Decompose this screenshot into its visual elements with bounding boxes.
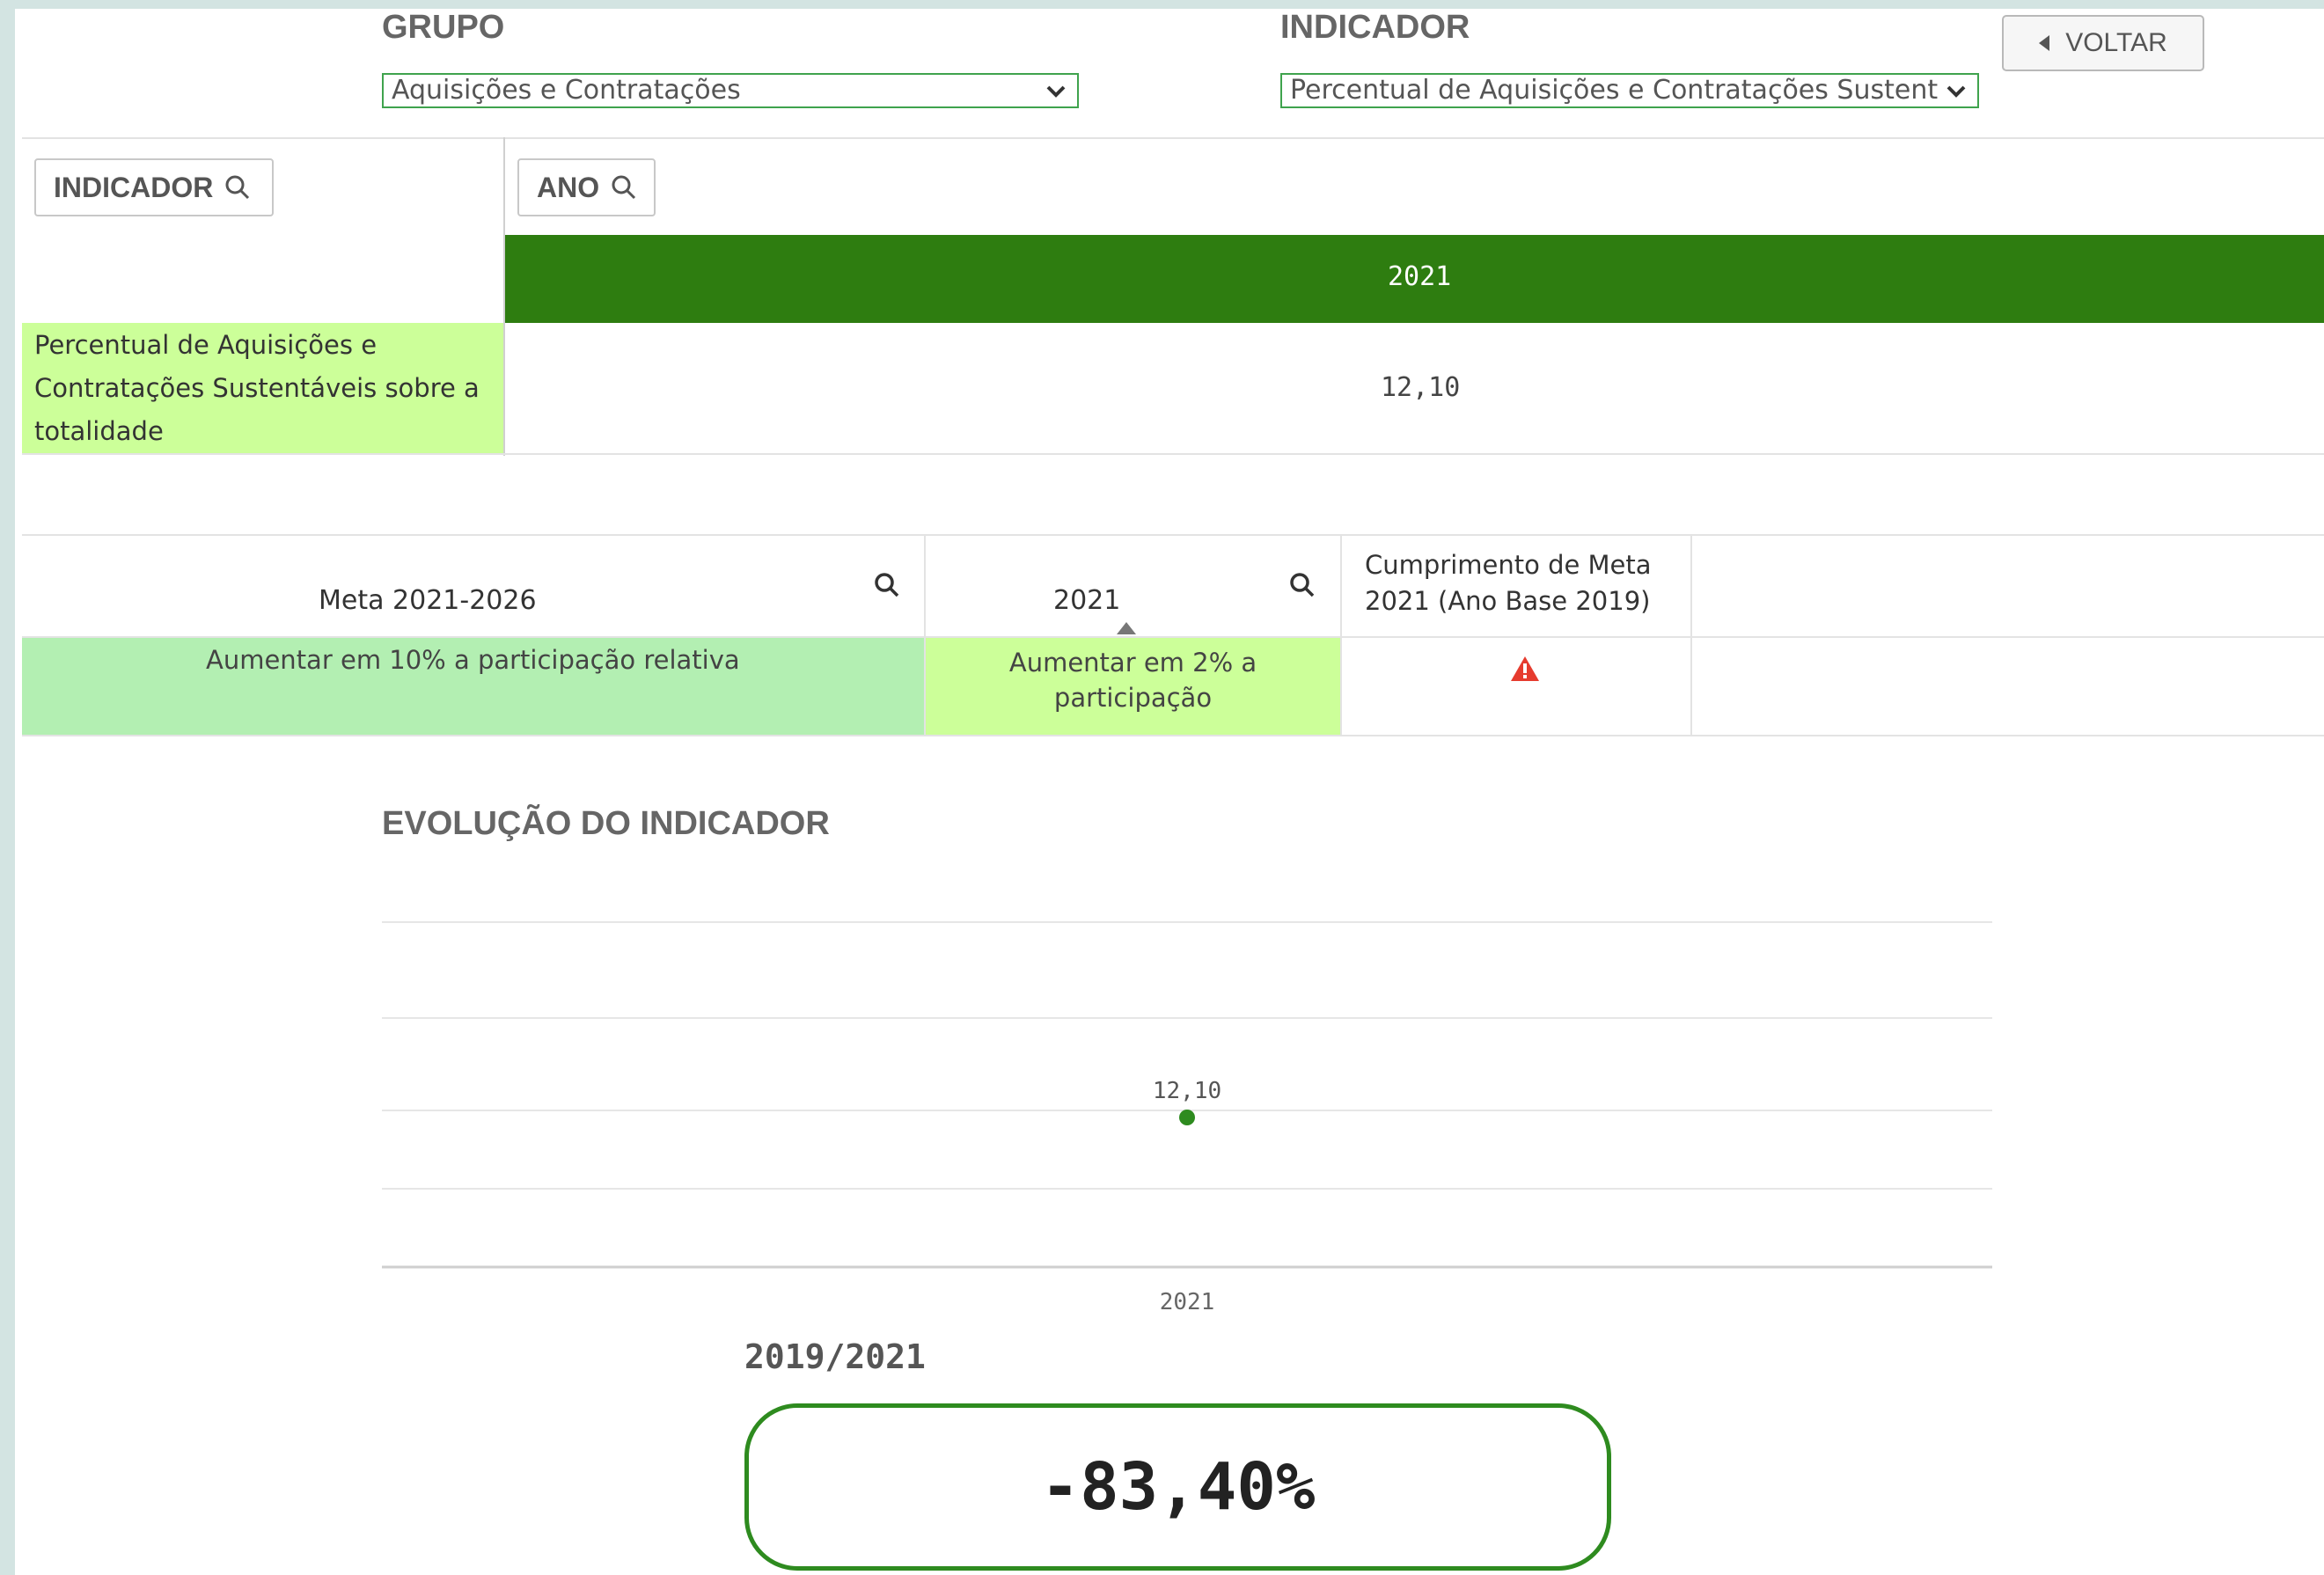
meta-col3-header-line: Cumprimento de Meta [1365, 550, 1652, 580]
warning-icon [1511, 656, 1539, 681]
pivot-top-border [22, 137, 2324, 139]
meta-col2-value-line: Aumentar em 2% a [1008, 648, 1257, 678]
search-icon[interactable] [1287, 570, 1317, 600]
evolution-chart: 12,10 2021 [382, 921, 1992, 1315]
meta-col1-header: Meta 2021-2026 [319, 585, 537, 616]
indicador-header-button[interactable]: INDICADOR [34, 158, 274, 216]
app-container: GRUPO Aquisições e Contratações INDICADO… [15, 9, 2324, 1575]
kpi-value: -83,40% [1040, 1449, 1316, 1525]
meta-col2-value: Aumentar em 2% a participação [926, 645, 1340, 715]
meta-col2-value-line: participação [1053, 683, 1213, 713]
search-icon [225, 175, 250, 200]
chart-title: EVOLUÇÃO DO INDICADOR [382, 805, 830, 842]
pivot-row-label-line: Percentual de Aquisições e [34, 330, 378, 360]
chevron-down-icon [1946, 85, 1966, 98]
back-arrow-icon [2039, 35, 2050, 51]
ano-header-button[interactable]: ANO [517, 158, 656, 216]
meta-col3-header: Cumprimento de Meta 2021 (Ano Base 2019) [1365, 547, 1652, 619]
indicador-select-value: Percentual de Aquisições e Contratações … [1290, 75, 1938, 106]
meta-col2-header: 2021 [1053, 585, 1121, 616]
pivot-row-label-line: Contratações Sustentáveis sobre a [34, 373, 480, 403]
pivot-bottom-border [22, 453, 2324, 455]
pivot-row-label-line: totalidade [34, 416, 164, 446]
indicador-select[interactable]: Percentual de Aquisições e Contratações … [1280, 73, 1979, 108]
indicador-header-label: INDICADOR [54, 171, 214, 203]
meta-col3-header-line: 2021 (Ano Base 2019) [1365, 586, 1651, 616]
meta-col1-value: Aumentar em 10% a participação relativa [206, 645, 740, 675]
chevron-down-icon [1046, 85, 1066, 98]
search-icon[interactable] [872, 570, 902, 600]
meta-bottom-border [22, 735, 2324, 736]
pivot-value-cell: 12,10 [1381, 372, 1461, 403]
kpi-label: 2019/2021 [744, 1337, 926, 1376]
meta-top-border [22, 534, 2324, 536]
sort-ascending-icon [1117, 622, 1136, 634]
indicador-label: INDICADOR [1280, 9, 1470, 46]
pivot-row-label: Percentual de Aquisições e Contratações … [34, 324, 480, 453]
chart-marks: 12,10 [1153, 1078, 1221, 1125]
meta-divider-3 [1690, 534, 1692, 735]
kpi-box: -83,40% [744, 1403, 1611, 1571]
chart-data-label: 12,10 [1153, 1078, 1221, 1104]
voltar-button[interactable]: VOLTAR [2002, 15, 2204, 71]
search-icon [612, 175, 636, 200]
chart-x-tick-label: 2021 [1160, 1289, 1215, 1315]
meta-divider-2 [1340, 534, 1342, 735]
chart-x-ticks: 2021 [1160, 1289, 1215, 1315]
chart-point[interactable] [1179, 1110, 1195, 1125]
ano-header-label: ANO [537, 171, 600, 203]
grupo-select[interactable]: Aquisições e Contratações [382, 73, 1079, 108]
voltar-button-label: VOLTAR [2065, 28, 2167, 57]
year-header-label: 2021 [1388, 261, 1452, 292]
grupo-select-value: Aquisições e Contratações [392, 75, 741, 106]
grupo-label: GRUPO [382, 9, 505, 46]
